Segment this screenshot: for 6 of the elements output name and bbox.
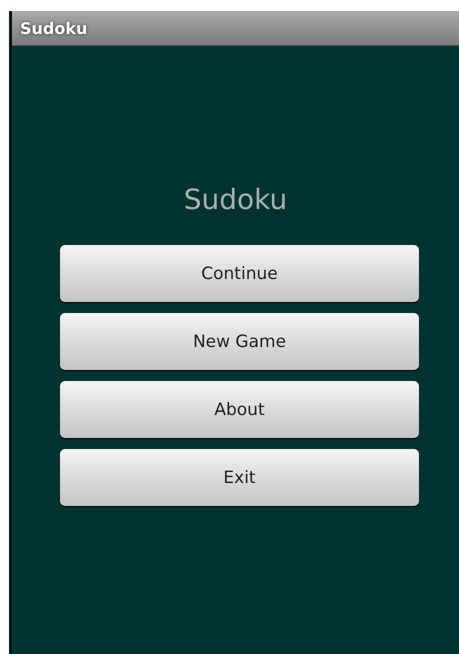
window-title: Sudoku [20,18,88,38]
menu-button[interactable]: Continue [60,245,419,302]
menu-button[interactable]: New Game [60,313,419,370]
menu-button[interactable]: About [60,381,419,438]
app-heading: Sudoku [182,182,288,218]
menu-button[interactable]: Exit [60,449,419,506]
